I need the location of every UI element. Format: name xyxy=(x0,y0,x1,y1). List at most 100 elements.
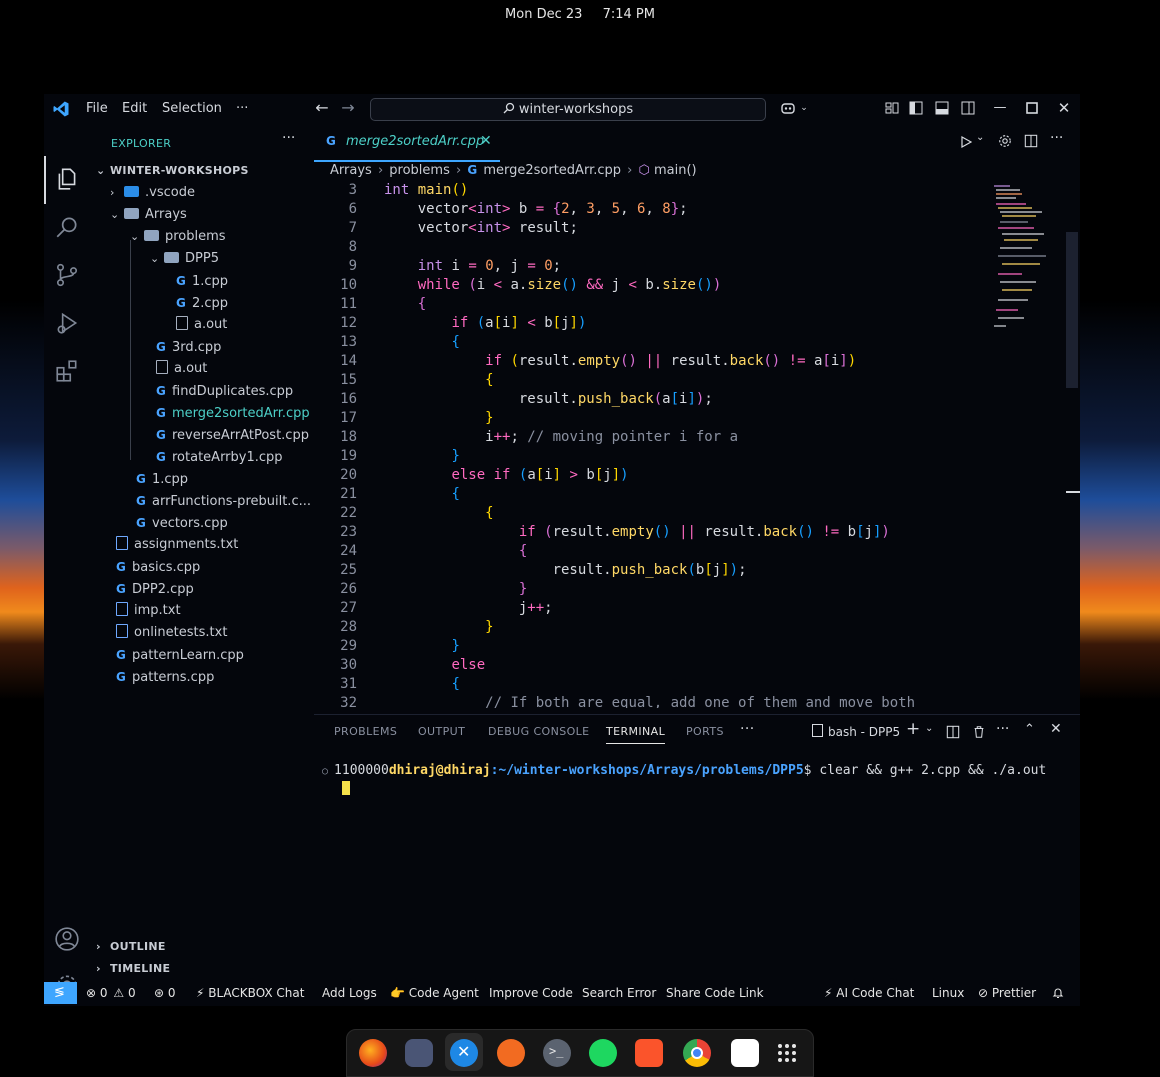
breadcrumb-item[interactable]: main() xyxy=(654,163,697,178)
ai-code-chat-button[interactable]: ⚡ AI Code Chat xyxy=(824,982,914,1004)
tree-item[interactable]: GarrFunctions-prebuilt.c... xyxy=(136,490,311,512)
tree-item[interactable]: a.out xyxy=(176,314,227,336)
explorer-icon[interactable] xyxy=(54,166,80,192)
breadcrumb-item[interactable]: merge2sortedArr.cpp xyxy=(483,163,621,178)
code-line[interactable]: if (result.empty() || result.back() != a… xyxy=(384,353,856,369)
tree-item[interactable]: Gmerge2sortedArr.cpp xyxy=(156,402,310,424)
tree-item[interactable]: assignments.txt xyxy=(116,534,238,556)
editor-scrollbar[interactable] xyxy=(1066,232,1078,388)
menu-selection[interactable]: Selection xyxy=(162,94,222,124)
eol-linux-button[interactable]: Linux xyxy=(932,982,964,1004)
code-line[interactable]: if (result.empty() || result.back() != b… xyxy=(384,524,890,540)
code-line[interactable]: j++; xyxy=(384,600,553,616)
account-icon[interactable] xyxy=(54,926,80,952)
run-chevron-icon[interactable]: ⌄ xyxy=(976,132,984,143)
tree-item[interactable]: Gbasics.cpp xyxy=(116,556,200,578)
search-error-button[interactable]: Search Error xyxy=(582,982,656,1004)
editor-more-icon[interactable]: ··· xyxy=(1050,130,1063,146)
copilot-icon[interactable] xyxy=(780,100,796,116)
tree-item[interactable]: imp.txt xyxy=(116,600,181,622)
tab-ports[interactable]: PORTS xyxy=(686,725,724,738)
search-sidebar-icon[interactable] xyxy=(54,214,80,240)
code-line[interactable]: { xyxy=(384,296,426,312)
tree-item[interactable]: G 1.cpp xyxy=(136,468,188,490)
toggle-secondary-sidebar-icon[interactable] xyxy=(960,100,976,116)
app-grid-icon[interactable] xyxy=(777,1043,797,1063)
close-tab-icon[interactable]: ✕ xyxy=(480,133,492,149)
code-line[interactable]: } xyxy=(384,619,493,635)
code-view[interactable]: 3 int main() 6 vector<int> b = {2, 3, 5, 6… xyxy=(314,182,994,708)
add-logs-button[interactable]: Add Logs xyxy=(322,982,377,1004)
terminal-prompt-line[interactable]: ○ 1100000dhiraj@dhiraj:~/winter-workshop… xyxy=(322,763,1046,778)
code-line[interactable]: } xyxy=(384,638,459,654)
outline-section[interactable]: › OUTLINE xyxy=(96,936,166,958)
copilot-chevron-icon[interactable]: ⌄ xyxy=(796,100,812,116)
tree-item[interactable]: a.out xyxy=(156,358,207,380)
code-line[interactable]: { xyxy=(384,372,493,388)
improve-code-button[interactable]: Improve Code xyxy=(489,982,573,1004)
menu-edit[interactable]: Edit xyxy=(122,94,147,124)
command-center-search[interactable]: winter-workshops xyxy=(370,98,766,121)
timeline-section[interactable]: › TIMELINE xyxy=(96,958,170,980)
tree-item[interactable]: Gpatterns.cpp xyxy=(116,666,214,688)
code-line[interactable]: int main() xyxy=(384,182,468,198)
tree-item[interactable]: ⌄ Arrays xyxy=(110,204,187,226)
customize-layout-icon[interactable] xyxy=(884,100,900,116)
editor-settings-icon[interactable] xyxy=(998,134,1012,148)
tree-item[interactable]: G 3rd.cpp xyxy=(156,336,221,358)
code-line[interactable]: vector<int> b = {2, 3, 5, 6, 8}; xyxy=(384,201,688,217)
split-editor-icon[interactable] xyxy=(1024,134,1038,148)
run-debug-icon[interactable] xyxy=(54,310,80,336)
tree-item[interactable]: G DPP2.cpp xyxy=(116,578,194,600)
code-agent-button[interactable]: 👉 Code Agent xyxy=(390,982,479,1004)
close-window-icon[interactable]: ✕ xyxy=(1056,100,1072,116)
forward-arrow-icon[interactable]: → xyxy=(340,100,356,116)
trash-icon[interactable] xyxy=(972,725,986,739)
tab-merge2sortedArr[interactable]: G merge2sortedArr.cpp ✕ xyxy=(314,124,500,162)
code-line[interactable]: { xyxy=(384,486,459,502)
back-arrow-icon[interactable]: ← xyxy=(314,100,330,116)
tree-item[interactable]: onlinetests.txt xyxy=(116,622,227,644)
maximize-panel-icon[interactable]: ⌃ xyxy=(1024,722,1035,737)
code-line[interactable]: else xyxy=(384,657,485,673)
share-code-link-button[interactable]: Share Code Link xyxy=(666,982,764,1004)
close-panel-icon[interactable]: ✕ xyxy=(1050,721,1062,737)
remote-button[interactable]: ≶ xyxy=(44,982,77,1004)
code-line[interactable]: if (a[i] < b[j]) xyxy=(384,315,586,331)
explorer-more-icon[interactable]: ··· xyxy=(282,130,295,146)
tree-item[interactable]: G 1.cpp xyxy=(176,270,228,292)
menu-file[interactable]: File xyxy=(86,94,108,124)
code-line[interactable]: while (i < a.size() && j < b.size()) xyxy=(384,277,722,293)
source-control-icon[interactable] xyxy=(54,262,80,288)
ports-status[interactable]: ⊛ 0 xyxy=(154,982,176,1004)
firefox-icon[interactable] xyxy=(359,1039,387,1067)
problems-status[interactable]: ⊗ 0 ⚠ 0 xyxy=(86,982,136,1004)
workspace-root[interactable]: ⌄ WINTER-WORKSHOPS xyxy=(96,160,249,182)
terminal-more-icon[interactable]: ··· xyxy=(996,721,1009,737)
minimize-icon[interactable]: — xyxy=(992,100,1008,116)
chrome-icon[interactable] xyxy=(683,1039,711,1067)
code-line[interactable]: result.push_back(a[i]); xyxy=(384,391,713,407)
code-line[interactable]: // If both are equal, add one of them an… xyxy=(384,695,915,708)
software-store-icon[interactable] xyxy=(731,1039,759,1067)
tab-output[interactable]: OUTPUT xyxy=(418,725,465,738)
tree-item[interactable]: GreverseArrAtPost.cpp xyxy=(156,424,309,446)
run-icon[interactable] xyxy=(960,136,972,148)
tree-item[interactable]: Gvectors.cpp xyxy=(136,512,228,534)
code-line[interactable]: { xyxy=(384,505,493,521)
new-terminal-icon[interactable]: + xyxy=(906,719,920,739)
tab-problems[interactable]: PROBLEMS xyxy=(334,725,397,738)
tree-item[interactable]: G 2.cpp xyxy=(176,292,228,314)
tree-item[interactable]: › .vscode xyxy=(110,182,195,204)
prettier-button[interactable]: ⊘ Prettier xyxy=(978,982,1036,1004)
code-line[interactable]: vector<int> result; xyxy=(384,220,578,236)
tree-item[interactable]: ⌄ problems xyxy=(130,226,226,248)
breadcrumb-item[interactable]: Arrays xyxy=(330,163,372,178)
tree-item[interactable]: ⌄ DPP5 xyxy=(150,248,219,270)
extensions-icon[interactable] xyxy=(54,358,80,384)
spotify-icon[interactable] xyxy=(589,1039,617,1067)
blackbox-chat-button[interactable]: ⚡ BLACKBOX Chat xyxy=(196,982,304,1004)
maximize-icon[interactable] xyxy=(1024,100,1040,116)
tree-item[interactable]: GrotateArrby1.cpp xyxy=(156,446,283,468)
terminal-chevron-icon[interactable]: ⌄ xyxy=(925,723,933,734)
